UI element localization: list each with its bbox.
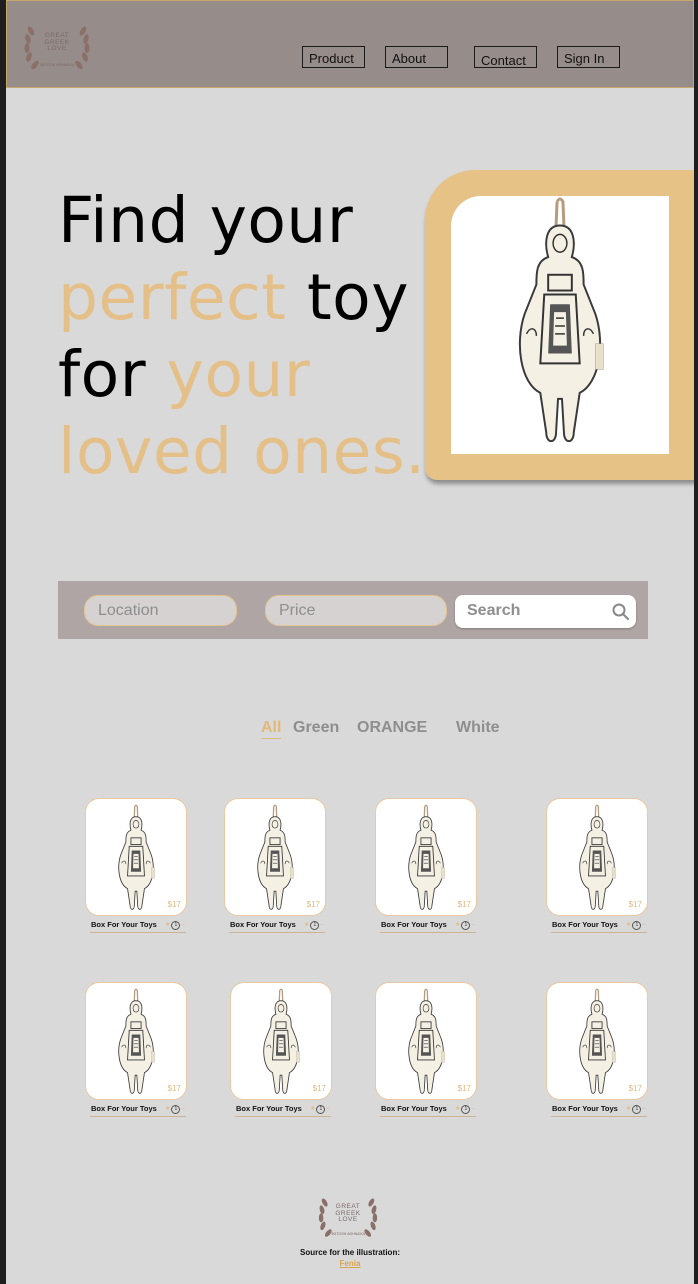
- hero-line-1: Find your: [58, 184, 354, 257]
- product-rating: ★ 1–: [455, 1105, 475, 1114]
- product-price: $17: [628, 1084, 642, 1093]
- product-image[interactable]: $17: [375, 982, 477, 1100]
- doll-illustration: [109, 804, 163, 914]
- nav-sign-in-button[interactable]: Sign In: [557, 46, 620, 68]
- divider: [235, 1116, 331, 1117]
- product-card[interactable]: $17 Box For Your Toys ★ 1–: [85, 798, 189, 933]
- product-price: $17: [167, 900, 181, 909]
- product-price: $17: [457, 900, 471, 909]
- product-name: Box For Your Toys: [230, 920, 296, 929]
- product-name: Box For Your Toys: [552, 920, 618, 929]
- nav-about-button[interactable]: About: [385, 46, 448, 68]
- doll-illustration: [485, 196, 635, 452]
- product-rating: ★ 1–: [455, 921, 475, 930]
- divider: [90, 1116, 186, 1117]
- hero-accent-your: your: [166, 338, 311, 411]
- footer-logo-subtext: ΦΩΤΟΘΗ ΑΘΗΝΑΙΚΑ: [330, 1232, 366, 1236]
- hero-headline: Find your perfect toy for your loved one…: [58, 182, 426, 490]
- navbar: GREAT GREEK LOVE ΦΩΤΟΘΗ ΑΘΗΝΑΙΚΑ Product…: [6, 0, 694, 88]
- doll-illustration: [399, 988, 453, 1098]
- search-icon[interactable]: [612, 603, 629, 620]
- hero-product-image: [451, 196, 669, 454]
- search-input[interactable]: [455, 595, 617, 626]
- divider: [380, 1116, 476, 1117]
- logo-wordmark: GREAT GREEK LOVE: [44, 32, 70, 52]
- doll-illustration: [570, 804, 624, 914]
- nav-contact-button[interactable]: Contact: [474, 46, 537, 68]
- footer-credit: Source for the illustration:: [299, 1248, 400, 1257]
- product-card[interactable]: $17 Box For Your Toys ★ 1–: [546, 798, 650, 933]
- product-card[interactable]: $17 Box For Your Toys ★ 1–: [375, 798, 479, 933]
- product-rating: ★ 1–: [165, 921, 185, 930]
- hero-image-frame: [425, 170, 694, 480]
- doll-illustration: [248, 804, 302, 914]
- product-rating: ★ 1–: [165, 1105, 185, 1114]
- filter-orange[interactable]: ORANGE: [357, 719, 427, 737]
- product-card[interactable]: $17 Box For Your Toys ★ 1–: [85, 982, 189, 1117]
- hero-word-for: for: [58, 338, 167, 411]
- product-image[interactable]: $17: [85, 982, 187, 1100]
- page: GREAT GREEK LOVE ΦΩΤΟΘΗ ΑΘΗΝΑΙΚΑ Product…: [6, 0, 694, 1284]
- product-image[interactable]: $17: [224, 798, 326, 916]
- product-rating: ★ 1–: [304, 921, 324, 930]
- divider: [551, 1116, 647, 1117]
- search-box[interactable]: [455, 595, 636, 628]
- footer-source-link[interactable]: Fenia: [6, 1259, 694, 1268]
- product-rating: ★ 1–: [310, 1105, 330, 1114]
- price-input[interactable]: [265, 595, 447, 626]
- nav-product-button[interactable]: Product: [302, 46, 365, 68]
- location-input[interactable]: [84, 595, 237, 626]
- product-price: $17: [457, 1084, 471, 1093]
- product-name: Box For Your Toys: [236, 1104, 302, 1113]
- footer-logo[interactable]: GREAT GREEK LOVE ΦΩΤΟΘΗ ΑΘΗΝΑΙΚΑ: [311, 1190, 385, 1242]
- product-name: Box For Your Toys: [91, 1104, 157, 1113]
- divider: [90, 932, 186, 933]
- doll-illustration: [399, 804, 453, 914]
- filter-green[interactable]: Green: [293, 719, 339, 737]
- product-image[interactable]: $17: [546, 982, 648, 1100]
- search-bar: [58, 581, 648, 639]
- hero-accent-perfect: perfect: [58, 261, 287, 334]
- product-price: $17: [628, 900, 642, 909]
- doll-illustration: [570, 988, 624, 1098]
- product-image[interactable]: $17: [546, 798, 648, 916]
- product-card[interactable]: $17 Box For Your Toys ★ 1–: [375, 982, 479, 1117]
- product-rating: ★ 1–: [626, 921, 646, 930]
- product-image[interactable]: $17: [85, 798, 187, 916]
- divider: [380, 932, 476, 933]
- divider: [229, 932, 325, 933]
- filter-white[interactable]: White: [456, 719, 500, 737]
- footer-logo-wordmark: GREAT GREEK LOVE: [335, 1203, 361, 1223]
- divider: [551, 932, 647, 933]
- product-name: Box For Your Toys: [552, 1104, 618, 1113]
- product-card[interactable]: $17 Box For Your Toys ★ 1–: [224, 798, 328, 933]
- product-name: Box For Your Toys: [91, 920, 157, 929]
- product-image[interactable]: $17: [230, 982, 332, 1100]
- doll-illustration: [109, 988, 163, 1098]
- product-price: $17: [312, 1084, 326, 1093]
- product-image[interactable]: $17: [375, 798, 477, 916]
- hero-word-toy: toy: [286, 261, 409, 334]
- doll-illustration: [254, 988, 308, 1098]
- product-name: Box For Your Toys: [381, 1104, 447, 1113]
- product-card[interactable]: $17 Box For Your Toys ★ 1–: [230, 982, 334, 1117]
- logo-subtext: ΦΩΤΟΘΗ ΑΘΗΝΑΙΚΑ: [39, 63, 75, 67]
- product-rating: ★ 1–: [626, 1105, 646, 1114]
- hero-accent-loved-ones: loved ones.: [58, 415, 426, 488]
- brand-logo[interactable]: GREAT GREEK LOVE ΦΩΤΟΘΗ ΑΘΗΝΑΙΚΑ: [21, 17, 93, 75]
- product-card[interactable]: $17 Box For Your Toys ★ 1–: [546, 982, 650, 1117]
- filter-all[interactable]: All: [261, 719, 282, 739]
- product-name: Box For Your Toys: [381, 920, 447, 929]
- product-price: $17: [306, 900, 320, 909]
- product-price: $17: [167, 1084, 181, 1093]
